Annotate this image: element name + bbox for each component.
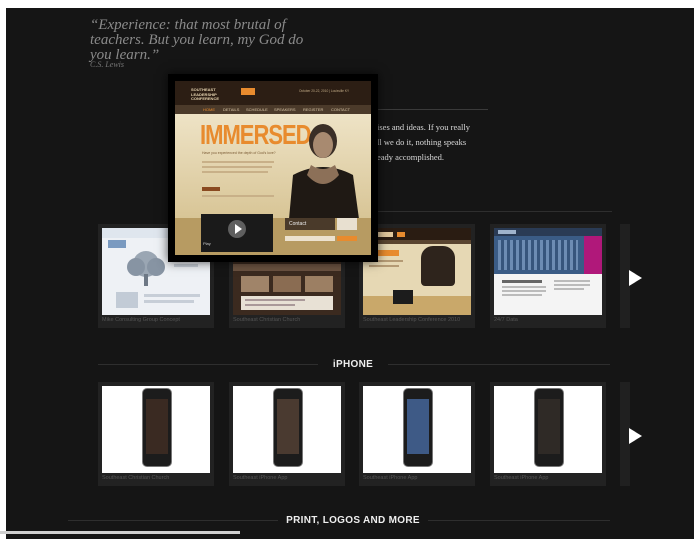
portfolio-thumb-iphone-3[interactable]: Southeast iPhone App: [359, 382, 475, 486]
play-icon: [228, 220, 246, 238]
iphone-next-arrow-icon[interactable]: [629, 428, 642, 444]
iphone-mockup: [142, 388, 172, 467]
popup-nav-schedule: SCHEDULE: [246, 107, 268, 112]
portfolio-thumb-web-4[interactable]: 24/7 Data: [490, 224, 606, 328]
thumb-caption: Southeast Christian Church: [102, 475, 170, 481]
portfolio-thumb-iphone-1[interactable]: Southeast Christian Church: [98, 382, 214, 486]
page-bottom-bar: [0, 531, 240, 534]
thumb-image: [494, 386, 602, 473]
thumb-caption: Southeast iPhone App: [494, 475, 549, 481]
portfolio-thumb-iphone-2[interactable]: Southeast iPhone App: [229, 382, 345, 486]
iphone-divider-right: [388, 364, 610, 365]
iphone-mockup: [273, 388, 303, 467]
iphone-divider-left: [98, 364, 318, 365]
quote-author: C.S. Lewis: [90, 60, 125, 69]
popup-play-label: Play: [203, 241, 211, 246]
thumb-image: [233, 386, 341, 473]
popup-website-preview: SOUTHEAST LEADERSHIP CONFERENCE October …: [175, 81, 371, 255]
tree-icon: [127, 251, 165, 286]
portfolio-thumb-iphone-4[interactable]: Southeast iPhone App: [490, 382, 606, 486]
popup-nav: HOME DETAILS SCHEDULE SPEAKERS REGISTER …: [175, 105, 371, 114]
popup-nav-details: DETAILS: [223, 107, 240, 112]
speaker-photo: [289, 124, 359, 219]
intro-line: ll we do it, nothing speaks: [377, 137, 467, 147]
popup-org-name: SOUTHEAST LEADERSHIP CONFERENCE: [191, 87, 220, 101]
popup-video: Play: [201, 214, 273, 252]
iphone-mockup: [403, 388, 433, 467]
quote-text: “Experience: that most brutal of teacher…: [90, 17, 304, 63]
print-section-title: PRINT, LOGOS AND MORE: [286, 515, 420, 526]
page-canvas: “Experience: that most brutal of teacher…: [6, 8, 694, 539]
popup-nav-contact: CONTACT: [331, 107, 351, 112]
thumb-image: [363, 228, 471, 315]
iphone-section-title: iPHONE: [332, 359, 374, 370]
thumb-image: [494, 228, 602, 315]
intro-line: ises and ideas. If you really: [377, 122, 470, 132]
thumb-caption: Southeast iPhone App: [363, 475, 418, 481]
intro-line: eady accomplished.: [377, 152, 445, 162]
thumb-caption: Southeast Leadership Conference 2010: [363, 317, 461, 323]
popup-header-info: October 20-22, 2010 | Louisville KY: [299, 89, 350, 93]
intro-text: ises and ideas. If you really ll we do i…: [377, 120, 497, 165]
popup-nav-register: REGISTER: [303, 107, 324, 112]
thumb-caption: Southeast iPhone App: [233, 475, 288, 481]
popup-nav-speakers: SPEAKERS: [274, 107, 296, 112]
print-divider-left: [68, 520, 278, 521]
popup-contact-label: Contact: [289, 221, 307, 227]
thumb-image: [102, 386, 210, 473]
iphone-mockup: [534, 388, 564, 467]
preview-popup[interactable]: SOUTHEAST LEADERSHIP CONFERENCE October …: [168, 74, 378, 262]
thumb-caption: Southeast Christian Church: [233, 317, 301, 323]
print-divider-right: [428, 520, 610, 521]
popup-tagline: Have you experienced the depth of God's …: [202, 151, 276, 155]
popup-nav-home: HOME: [203, 107, 215, 112]
thumb-caption: Mike Consulting Group Concept: [102, 317, 180, 323]
web-next-arrow-icon[interactable]: [629, 270, 642, 286]
thumb-image: [363, 386, 471, 473]
popup-logo-mark: [241, 88, 255, 95]
intro-divider: [376, 109, 488, 110]
thumb-caption: 24/7 Data: [494, 317, 518, 323]
